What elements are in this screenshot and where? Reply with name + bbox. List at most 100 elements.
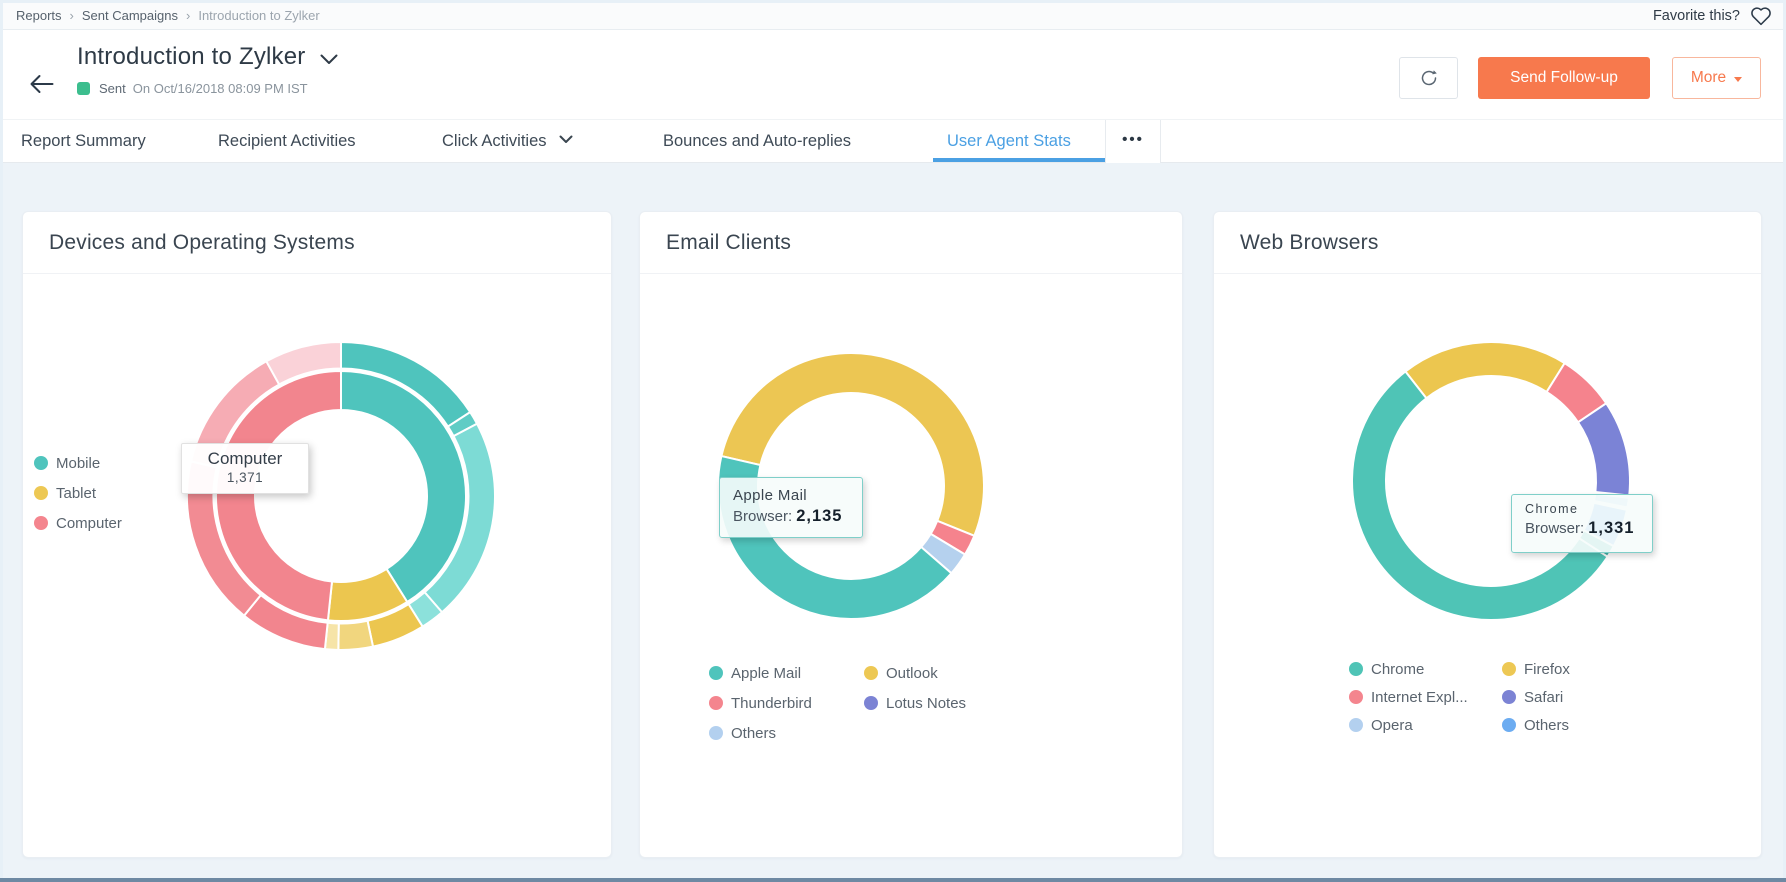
tab-overflow-ellipsis[interactable]: ••• bbox=[1105, 120, 1161, 163]
legend-label: Thunderbird bbox=[731, 695, 812, 712]
tooltip-prefix: Browser: bbox=[733, 508, 792, 525]
legend-item-lotus-notes[interactable]: Lotus Notes bbox=[864, 688, 966, 718]
caret-down-icon bbox=[1734, 77, 1742, 82]
legend-label: Chrome bbox=[1371, 661, 1424, 678]
chart-tooltip: Chrome Browser:1,331 bbox=[1511, 494, 1653, 553]
campaign-title-dropdown[interactable]: Introduction to Zylker bbox=[77, 43, 338, 71]
favorite-this-label: Favorite this? bbox=[1653, 8, 1740, 24]
devices-legend: Mobile Tablet Computer bbox=[34, 448, 122, 538]
email-clients-legend: Apple Mail Thunderbird Others Outlook Lotus … bbox=[709, 658, 966, 748]
back-arrow-icon bbox=[28, 73, 55, 95]
card-title: Email Clients bbox=[666, 231, 791, 255]
legend-item-computer[interactable]: Computer bbox=[34, 508, 122, 538]
devices-donut-chart[interactable] bbox=[181, 336, 501, 656]
window-frame-left bbox=[0, 0, 3, 882]
legend-item-outlook[interactable]: Outlook bbox=[864, 658, 966, 688]
legend-dot-icon bbox=[864, 696, 878, 710]
web-browsers-card: Web Browsers Chrome Browser:1,331 Chrome… bbox=[1213, 211, 1762, 858]
tab-report-summary[interactable]: Report Summary bbox=[21, 120, 146, 162]
more-button-label: More bbox=[1691, 69, 1726, 87]
legend-item-others[interactable]: Others bbox=[1502, 711, 1570, 739]
donut-segment-tablet-sub-2[interactable] bbox=[338, 621, 373, 650]
legend-column: Apple Mail Thunderbird Others bbox=[709, 658, 864, 748]
legend-item-firefox[interactable]: Firefox bbox=[1502, 655, 1570, 683]
legend-item-thunderbird[interactable]: Thunderbird bbox=[709, 688, 864, 718]
web-browsers-donut-chart[interactable] bbox=[1346, 336, 1636, 626]
legend-dot-icon bbox=[709, 666, 723, 680]
legend-dot-icon bbox=[1349, 690, 1363, 704]
sent-date: On Oct/16/2018 08:09 PM IST bbox=[133, 81, 308, 96]
legend-dot-icon bbox=[864, 666, 878, 680]
legend-label: Lotus Notes bbox=[886, 695, 966, 712]
chevron-down-icon bbox=[559, 135, 573, 144]
legend-item-safari[interactable]: Safari bbox=[1502, 683, 1570, 711]
tab-click-activities[interactable]: Click Activities bbox=[442, 120, 573, 162]
legend-column: Outlook Lotus Notes bbox=[864, 658, 966, 748]
card-title: Devices and Operating Systems bbox=[49, 231, 355, 255]
card-header: Email Clients bbox=[640, 212, 1182, 274]
page-title: Introduction to Zylker bbox=[77, 43, 306, 71]
legend-label: Internet Expl... bbox=[1371, 689, 1468, 706]
legend-label: Others bbox=[731, 725, 776, 742]
more-button[interactable]: More bbox=[1672, 57, 1761, 99]
legend-label: Mobile bbox=[56, 455, 100, 472]
legend-dot-icon bbox=[1349, 662, 1363, 676]
tab-click-activities-label: Click Activities bbox=[442, 132, 547, 150]
favorite-heart-icon[interactable] bbox=[1750, 6, 1772, 26]
legend-label: Firefox bbox=[1524, 661, 1570, 678]
legend-label: Outlook bbox=[886, 665, 938, 682]
card-header: Web Browsers bbox=[1214, 212, 1761, 274]
send-follow-up-button[interactable]: Send Follow-up bbox=[1478, 57, 1650, 99]
tooltip-value: 1,331 bbox=[1588, 519, 1634, 537]
breadcrumb: Reports › Sent Campaigns › Introduction … bbox=[0, 0, 1786, 30]
campaign-report-page: Reports › Sent Campaigns › Introduction … bbox=[0, 0, 1786, 882]
chart-tooltip: Computer 1,371 bbox=[181, 443, 309, 494]
legend-item-tablet[interactable]: Tablet bbox=[34, 478, 122, 508]
legend-column: Chrome Internet Expl... Opera bbox=[1349, 655, 1502, 739]
chart-tooltip: Apple Mail Browser:2,135 bbox=[719, 477, 863, 538]
tab-user-agent-stats[interactable]: User Agent Stats bbox=[947, 120, 1071, 162]
campaign-status: Sent On Oct/16/2018 08:09 PM IST bbox=[77, 81, 308, 96]
tooltip-label: Computer bbox=[182, 449, 308, 469]
web-browsers-legend: Chrome Internet Expl... Opera Firefox Safari… bbox=[1349, 655, 1570, 739]
legend-label: Computer bbox=[56, 515, 122, 532]
devices-and-os-card: Devices and Operating Systems Mobile Tabl… bbox=[22, 211, 612, 858]
legend-label: Apple Mail bbox=[731, 665, 801, 682]
legend-label: Safari bbox=[1524, 689, 1563, 706]
donut-segment-safari[interactable] bbox=[1578, 403, 1630, 495]
legend-label: Tablet bbox=[56, 485, 96, 502]
legend-label: Others bbox=[1524, 717, 1569, 734]
user-agent-stats-content: Devices and Operating Systems Mobile Tabl… bbox=[0, 163, 1786, 878]
legend-dot-icon bbox=[34, 486, 48, 500]
legend-item-internet-expl[interactable]: Internet Expl... bbox=[1349, 683, 1502, 711]
legend-dot-icon bbox=[34, 516, 48, 530]
back-button[interactable] bbox=[24, 67, 58, 101]
legend-item-mobile[interactable]: Mobile bbox=[34, 448, 122, 478]
report-tabbar: Report Summary Recipient Activities Clic… bbox=[0, 119, 1786, 163]
refresh-button[interactable] bbox=[1399, 57, 1458, 99]
tooltip-label: Chrome bbox=[1525, 502, 1640, 516]
breadcrumb-item-sent-campaigns[interactable]: Sent Campaigns bbox=[82, 8, 178, 23]
legend-item-apple-mail[interactable]: Apple Mail bbox=[709, 658, 864, 688]
report-header: Introduction to Zylker Sent On Oct/16/20… bbox=[0, 31, 1786, 119]
legend-dot-icon bbox=[1349, 718, 1363, 732]
legend-dot-icon bbox=[709, 726, 723, 740]
tooltip-label: Apple Mail bbox=[733, 487, 850, 504]
legend-item-chrome[interactable]: Chrome bbox=[1349, 655, 1502, 683]
active-tab-underline bbox=[933, 158, 1107, 162]
donut-segment-firefox[interactable] bbox=[1405, 342, 1564, 398]
breadcrumb-item-reports[interactable]: Reports bbox=[16, 8, 62, 23]
legend-dot-icon bbox=[1502, 718, 1516, 732]
legend-dot-icon bbox=[1502, 662, 1516, 676]
legend-item-others[interactable]: Others bbox=[709, 718, 864, 748]
tooltip-value: 1,371 bbox=[182, 470, 308, 485]
legend-item-opera[interactable]: Opera bbox=[1349, 711, 1502, 739]
breadcrumb-separator: › bbox=[70, 8, 74, 23]
window-frame-bottom bbox=[0, 878, 1786, 882]
tooltip-value: 2,135 bbox=[796, 507, 842, 525]
legend-label: Opera bbox=[1371, 717, 1413, 734]
tab-recipient-activities[interactable]: Recipient Activities bbox=[218, 120, 356, 162]
tab-bounces-and-auto-replies[interactable]: Bounces and Auto-replies bbox=[663, 120, 851, 162]
card-header: Devices and Operating Systems bbox=[23, 212, 611, 274]
legend-column: Firefox Safari Others bbox=[1502, 655, 1570, 739]
